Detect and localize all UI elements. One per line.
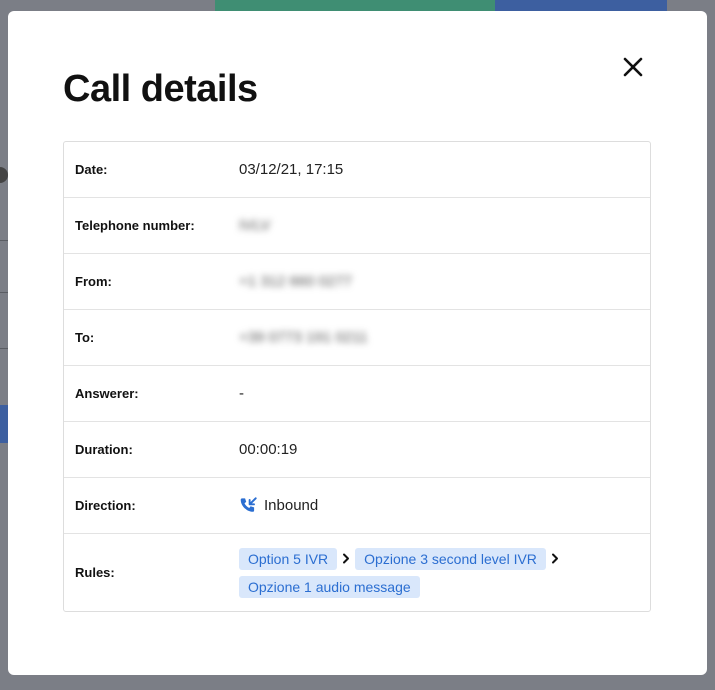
direction-text: Inbound: [264, 497, 319, 514]
chevron-right-icon: [337, 552, 355, 566]
close-icon: [623, 57, 643, 77]
background-upgrade-button: [495, 0, 667, 11]
rules-chain: Option 5 IVR Opzione 3 second level IVR …: [239, 547, 569, 598]
detail-row-telephone-number: Telephone number: IVLV: [64, 198, 650, 254]
detail-row-date: Date: 03/12/21, 17:15: [64, 142, 650, 198]
detail-value-rules: Option 5 IVR Opzione 3 second level IVR …: [239, 547, 650, 598]
detail-label: Duration:: [75, 442, 133, 457]
rule-chip[interactable]: Option 5 IVR: [239, 547, 338, 570]
background-selected-row: [0, 405, 8, 443]
rule-chip[interactable]: Opzione 1 audio message: [239, 575, 420, 598]
detail-value-telephone-number: IVLV: [239, 217, 271, 234]
detail-label: To:: [75, 330, 95, 345]
detail-label: From:: [75, 274, 112, 289]
detail-row-direction: Direction: Inbound: [64, 478, 650, 534]
detail-value-direction: Inbound: [239, 496, 650, 515]
detail-row-rules: Rules: Option 5 IVR Opzione 3 second lev…: [64, 534, 650, 611]
call-details-table: Date: 03/12/21, 17:15 Telephone number: …: [63, 141, 651, 612]
modal-title: Call details: [63, 68, 258, 110]
detail-row-to: To: +39 0773 191 0211: [64, 310, 650, 366]
rule-chip[interactable]: Opzione 3 second level IVR: [355, 547, 546, 570]
detail-label: Answerer:: [75, 386, 139, 401]
call-details-modal: Call details Date: 03/12/21, 17:15 Telep…: [8, 11, 707, 675]
detail-label: Date:: [75, 162, 108, 177]
detail-label: Telephone number:: [75, 218, 195, 233]
detail-row-duration: Duration: 00:00:19: [64, 422, 650, 478]
detail-value-duration: 00:00:19: [239, 441, 298, 458]
detail-value-date: 03/12/21, 17:15: [239, 161, 344, 178]
detail-row-from: From: +1 312 660 0277: [64, 254, 650, 310]
inbound-call-icon: [240, 497, 257, 512]
detail-label: Rules:: [75, 565, 115, 580]
detail-value-to: +39 0773 191 0211: [239, 329, 368, 346]
detail-row-answerer: Answerer: -: [64, 366, 650, 422]
detail-label: Direction:: [75, 498, 136, 513]
close-button[interactable]: [620, 54, 646, 80]
background-toggle: [0, 167, 8, 183]
chevron-right-icon: [546, 552, 564, 566]
detail-value-from: +1 312 660 0277: [239, 273, 353, 290]
background-banner: [215, 0, 495, 11]
detail-value-answerer: -: [239, 385, 244, 402]
